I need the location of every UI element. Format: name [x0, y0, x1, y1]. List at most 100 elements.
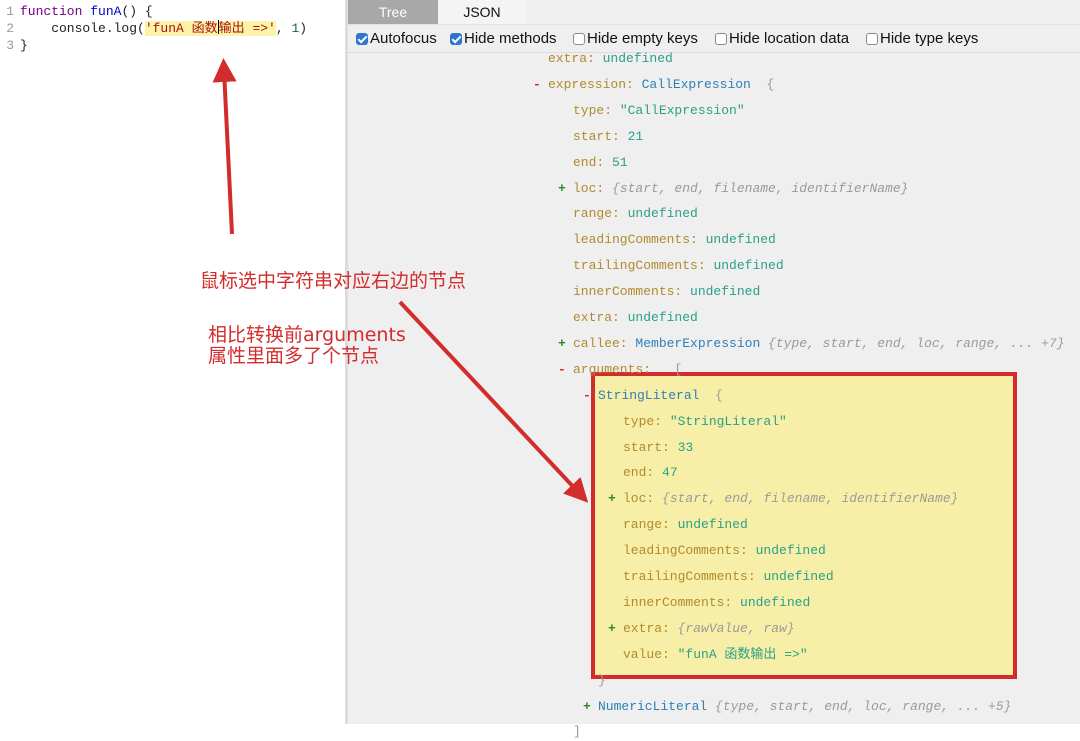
collapse-toggle-icon[interactable]: -	[533, 76, 541, 94]
tree-row[interactable]: innerComments: undefined	[623, 594, 810, 612]
node-summary: {type, start, end, loc, range, ... +7}	[768, 335, 1065, 351]
tab-json[interactable]: JSON	[438, 0, 526, 24]
node-value: 33	[677, 439, 694, 455]
code-line[interactable]: 1 function funA() {	[0, 3, 153, 20]
node-summary: {type, start, end, loc, range, ... +5}	[715, 698, 1012, 714]
node-key: expression:	[548, 76, 642, 92]
node-key: loc:	[573, 180, 613, 196]
tree-row[interactable]: - expression: CallExpression {	[533, 76, 775, 94]
node-type-name: NumericLiteral	[598, 698, 716, 714]
tab-tree[interactable]: Tree	[348, 0, 438, 24]
checkbox[interactable]	[573, 32, 585, 45]
expand-toggle-icon[interactable]: +	[558, 335, 566, 353]
tree-row[interactable]: start: 33	[623, 439, 693, 457]
tree-row[interactable]: - arguments: [	[558, 361, 683, 379]
tree-row[interactable]: type: "StringLiteral"	[623, 413, 787, 431]
code-line[interactable]: 3}	[0, 37, 28, 54]
tree-row[interactable]: extra: undefined	[548, 50, 673, 68]
node-value: undefined	[740, 594, 811, 610]
tree-row[interactable]: start: 21	[573, 128, 643, 146]
node-value: "StringLiteral"	[669, 413, 787, 429]
line-number: 1	[6, 4, 14, 19]
tree-row[interactable]: end: 51	[573, 154, 628, 172]
tree-row[interactable]: end: 47	[623, 464, 678, 482]
tree-row[interactable]: + loc: {start, end, filename, identifierN…	[608, 490, 959, 508]
option-hide-location-data[interactable]: Hide location data	[715, 30, 849, 47]
checkbox[interactable]	[715, 32, 727, 45]
tree-row[interactable]: innerComments: undefined	[573, 283, 760, 301]
option-label: Hide empty keys	[587, 30, 698, 47]
node-key: leadingComments:	[623, 543, 756, 559]
tree-row[interactable]: - StringLiteral {	[583, 387, 723, 405]
option-label: Hide type keys	[880, 30, 979, 47]
line-number: 3	[6, 38, 14, 53]
node-type-name: CallExpression	[641, 76, 751, 92]
tree-row[interactable]: + callee: MemberExpression {type, start, …	[558, 335, 1065, 353]
tree-row[interactable]: + loc: {start, end, filename, identifierN…	[558, 180, 908, 198]
open-bracket: {	[699, 387, 723, 403]
tree-row[interactable]: trailingComments: undefined	[623, 568, 834, 586]
option-label: Autofocus	[370, 30, 437, 47]
option-hide-type-keys[interactable]: Hide type keys	[866, 30, 978, 47]
expand-toggle-icon[interactable]: +	[608, 620, 616, 638]
annotation-note-2-line-2: 属性里面多了个节点	[208, 345, 380, 367]
node-summary: {start, end, filename, identifierName}	[662, 491, 959, 507]
option-hide-empty-keys[interactable]: Hide empty keys	[573, 30, 698, 47]
node-value: "CallExpression"	[619, 102, 745, 118]
node-key: trailingComments:	[623, 569, 764, 584]
annotation-note-1: 鼠标选中字符串对应右边的节点	[200, 270, 467, 292]
tree-row[interactable]: leadingComments: undefined	[623, 542, 826, 560]
code-token-plain: )	[299, 21, 308, 36]
checkbox[interactable]	[866, 32, 878, 45]
tree-row[interactable]: + NumericLiteral {type, start, end, loc, …	[583, 698, 1012, 716]
checkbox[interactable]	[450, 32, 462, 45]
node-value: undefined	[763, 569, 834, 584]
node-value: "funA 函数输出 =>"	[677, 646, 808, 662]
node-value: undefined	[690, 284, 761, 300]
node-key: type:	[623, 413, 670, 429]
node-key: callee:	[573, 335, 636, 351]
node-key: loc:	[623, 491, 663, 507]
tree-row[interactable]: value: "funA 函数输出 =>"	[623, 646, 808, 664]
tree-row[interactable]: range: undefined	[573, 205, 698, 223]
tree-row[interactable]: }	[598, 672, 606, 690]
node-key: range:	[623, 517, 678, 533]
open-bracket: {	[750, 76, 775, 92]
option-label: Hide methods	[464, 30, 557, 47]
code-token-fn: funA	[90, 4, 122, 19]
option-hide-methods[interactable]: Hide methods	[450, 30, 557, 47]
checkbox[interactable]	[356, 32, 368, 45]
tree-row[interactable]: extra: undefined	[573, 309, 698, 327]
code-token-kw: function	[20, 4, 91, 19]
option-label: Hide location data	[729, 30, 850, 47]
node-key: type:	[573, 102, 620, 118]
collapse-toggle-icon[interactable]: -	[558, 361, 566, 379]
code-token-plain: () {	[121, 4, 153, 19]
code-token-plain: ,	[275, 21, 292, 36]
option-autofocus[interactable]: Autofocus	[356, 30, 437, 47]
tree-row[interactable]: trailingComments: undefined	[573, 257, 784, 275]
tree-row[interactable]: leadingComments: undefined	[573, 231, 776, 249]
node-key: leadingComments:	[573, 232, 706, 248]
node-key: end:	[573, 154, 613, 170]
ast-explorer-panel: Tree JSON Autofocus Hide methods Hide empt…	[348, 0, 1080, 739]
node-key: extra:	[548, 51, 603, 66]
options-bar: Autofocus Hide methods Hide empty keys Hide…	[348, 26, 1080, 53]
node-value: undefined	[677, 517, 748, 533]
open-bracket: [	[658, 361, 683, 377]
expand-toggle-icon[interactable]: +	[583, 698, 591, 716]
node-key: innerComments:	[573, 284, 691, 300]
node-summary: {rawValue, raw}	[677, 620, 795, 636]
collapse-toggle-icon[interactable]: -	[583, 387, 591, 405]
tree-row[interactable]: + extra: {rawValue, raw}	[608, 620, 795, 638]
ast-tree: extra: undefined - expression: CallExpress…	[348, 50, 1080, 739]
expand-toggle-icon[interactable]: +	[558, 180, 566, 198]
tree-row[interactable]: range: undefined	[623, 516, 748, 534]
node-type-name: MemberExpression	[635, 335, 769, 351]
tree-row[interactable]: type: "CallExpression"	[573, 102, 745, 120]
tree-row[interactable]: ]	[573, 723, 581, 741]
expand-toggle-icon[interactable]: +	[608, 490, 616, 508]
node-key: extra:	[573, 310, 628, 325]
code-line[interactable]: 2 console.log('funA 函数输出 =>', 1)	[0, 20, 307, 37]
node-key: start:	[573, 128, 628, 144]
